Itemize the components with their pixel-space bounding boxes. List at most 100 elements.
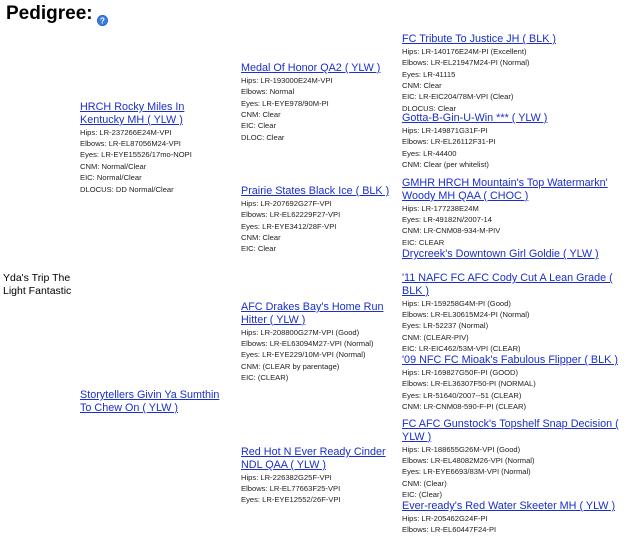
clearance-line: CNM: LR-CNM08-590-F-PI (CLEAR): [402, 402, 527, 412]
health-clearances: Hips: LR-193000E24M-VPI Elbows: Normal E…: [241, 75, 391, 143]
clearance-line: CNM: (CLEAR by parentage): [241, 361, 340, 371]
clearance-line: EIC: (CLEAR): [241, 373, 289, 383]
dog-name-link[interactable]: Gotta-B-Gin-U-Win *** ( YLW ): [402, 112, 627, 125]
clearance-line: EIC: (Clear): [402, 490, 443, 500]
sire: HRCH Rocky Miles In Kentucky MH ( YLW ) …: [80, 101, 230, 195]
ggp-2: Gotta-B-Gin-U-Win *** ( YLW ) Hips: LR-1…: [402, 112, 627, 170]
dog-name-link[interactable]: HRCH Rocky Miles In Kentucky MH ( YLW ): [80, 101, 230, 127]
sire-sire: Medal Of Honor QA2 ( YLW ) Hips: LR-1930…: [241, 62, 391, 143]
clearance-line: Eyes: LR-49182N/2007-14: [402, 215, 492, 224]
clearance-line: Elbows: LR-EL63094M27-VPI (Normal): [241, 339, 374, 348]
clearance-line: Hips: LR-177238E24M: [402, 203, 479, 213]
svg-text:?: ?: [100, 16, 105, 25]
subject-name-line-2: Light Fantastic: [3, 285, 72, 297]
clearance-line: Eyes: LR-EYE229/10M-VPI (Normal): [241, 350, 366, 360]
dog-name-link[interactable]: Prairie States Black Ice ( BLK ): [241, 185, 391, 198]
health-clearances: Hips: LR-237266E24M-VPI Elbows: LR-EL870…: [80, 127, 230, 195]
dam-sire: AFC Drakes Bay's Home Run Hitter ( YLW )…: [241, 301, 391, 384]
dog-name-link[interactable]: Red Hot N Ever Ready Cinder NDL QAA ( YL…: [241, 446, 391, 472]
ggp-4: Drycreek's Downtown Girl Goldie ( YLW ): [402, 248, 627, 261]
clearance-line: EIC: LR-EIC204/78M-VPI (Clear): [402, 92, 514, 102]
dog-name-link[interactable]: FC AFC Gunstock's Topshelf Snap Decision…: [402, 418, 627, 444]
clearance-line: CNM: Clear: [241, 110, 281, 120]
clearance-line: Eyes: LR-EYE6693/83M-VPI (Normal): [402, 467, 531, 477]
ggp-1: FC Tribute To Justice JH ( BLK ) Hips: L…: [402, 33, 627, 114]
dog-name-link[interactable]: Medal Of Honor QA2 ( YLW ): [241, 62, 391, 75]
clearance-line: Eyes: LR-51640/2007--51 (CLEAR): [402, 390, 522, 400]
clearance-line: Eyes: LR-EYE3412/28F-VPI: [241, 221, 337, 231]
clearance-line: Hips: LR-149871G31F-PI: [402, 125, 488, 135]
clearance-line: CNM: Clear (per whitelist): [402, 160, 489, 170]
clearance-line: CNM: LR-CNM08-934-M-PIV: [402, 226, 501, 236]
clearance-line: Elbows: LR-EL36307F50-PI (NORMAL): [402, 379, 536, 389]
dog-name-link[interactable]: '09 NFC FC Mioak's Fabulous Flipper ( BL…: [402, 354, 627, 367]
clearance-line: Eyes: LR-44400: [402, 148, 457, 158]
clearance-line: CNM: (Clear): [402, 478, 447, 488]
question-circle-icon[interactable]: ?: [96, 10, 108, 26]
clearance-line: EIC: LR-EIC462/53M-VPI (CLEAR): [402, 344, 521, 354]
ggp-5: '11 NAFC FC AFC Cody Cut A Lean Grade ( …: [402, 272, 627, 355]
ggp-3: GMHR HRCH Mountain's Top Watermarkn' Woo…: [402, 177, 627, 248]
health-clearances: Hips: LR-188655G26M-VPI (Good) Elbows: L…: [402, 444, 627, 501]
clearance-line: DLOCUS: DD Normal/Clear: [80, 184, 174, 194]
health-clearances: Hips: LR-208800G27M-VPI (Good) Elbows: L…: [241, 327, 391, 384]
clearance-line: Hips: LR-188655G26M-VPI (Good): [402, 444, 521, 454]
health-clearances: Hips: LR-205462G24F-PI Elbows: LR-EL6044…: [402, 513, 627, 536]
health-clearances: Hips: LR-159258G4M-PI (Good) Elbows: LR-…: [402, 298, 627, 355]
ggp-7: FC AFC Gunstock's Topshelf Snap Decision…: [402, 418, 627, 501]
dam-dam: Red Hot N Ever Ready Cinder NDL QAA ( YL…: [241, 446, 391, 506]
page-title: Pedigree:: [6, 3, 93, 24]
clearance-line: Elbows: LR-EL48082M26-VPI (Normal): [402, 456, 535, 465]
clearance-line: EIC: Clear: [241, 244, 277, 254]
clearance-line: Hips: LR-226382G25F-VPI: [241, 472, 332, 482]
dog-name-link[interactable]: FC Tribute To Justice JH ( BLK ): [402, 33, 627, 46]
clearance-line: Eyes: LR-41115: [402, 69, 456, 79]
clearance-line: Elbows: Normal: [241, 87, 295, 97]
subject-name-line-1: Yda's Trip The: [3, 272, 71, 284]
dog-name-link[interactable]: AFC Drakes Bay's Home Run Hitter ( YLW ): [241, 301, 391, 327]
clearance-line: Eyes: LR-EYE12552/26F-VPI: [241, 495, 341, 505]
clearance-line: Hips: LR-169827G50F-PI (GOOD): [402, 367, 519, 377]
clearance-line: Hips: LR-205462G24F-PI: [402, 513, 488, 523]
dog-name-link[interactable]: Ever-ready's Red Water Skeeter MH ( YLW …: [402, 500, 627, 513]
clearance-line: EIC: Clear: [241, 121, 277, 131]
dog-name-link[interactable]: GMHR HRCH Mountain's Top Watermarkn' Woo…: [402, 177, 627, 203]
ggp-8: Ever-ready's Red Water Skeeter MH ( YLW …: [402, 500, 627, 536]
health-clearances: Hips: LR-207692G27F-VPI Elbows: LR-EL622…: [241, 198, 391, 255]
clearance-line: Eyes: LR-EYE978/90M-PI: [241, 98, 329, 108]
dog-name-link[interactable]: '11 NAFC FC AFC Cody Cut A Lean Grade ( …: [402, 272, 627, 298]
clearance-line: Elbows: LR-EL60447F24-PI: [402, 525, 497, 535]
page-title-row: Pedigree: ?: [6, 3, 108, 26]
clearance-line: CNM: Clear: [402, 81, 442, 91]
clearance-line: CNM: Clear: [241, 233, 281, 243]
health-clearances: Hips: LR-140176E24M-PI (Excellent) Elbow…: [402, 46, 627, 114]
clearance-line: Hips: LR-193000E24M-VPI: [241, 75, 333, 85]
dam: Storytellers Givin Ya Sumthin To Chew On…: [80, 389, 230, 415]
dog-name-link[interactable]: Drycreek's Downtown Girl Goldie ( YLW ): [402, 248, 627, 261]
dog-name-link[interactable]: Storytellers Givin Ya Sumthin To Chew On…: [80, 389, 230, 415]
ggp-6: '09 NFC FC Mioak's Fabulous Flipper ( BL…: [402, 354, 627, 412]
clearance-line: Hips: LR-140176E24M-PI (Excellent): [402, 46, 527, 56]
clearance-line: Eyes: LR-52237 (Normal): [402, 321, 489, 331]
clearance-line: Elbows: LR-EL62229F27-VPI: [241, 210, 341, 220]
clearance-line: CNM: (CLEAR-PIV): [402, 332, 469, 342]
clearance-line: Elbows: LR-EL26112F31-PI: [402, 137, 496, 147]
clearance-line: Hips: LR-159258G4M-PI (Good): [402, 298, 511, 308]
clearance-line: Elbows: LR-EL77663F25-VPI: [241, 484, 341, 493]
clearance-line: Elbows: LR-EL30615M24-PI (Normal): [402, 310, 530, 319]
clearance-line: EIC: Normal/Clear: [80, 173, 142, 183]
clearance-line: CNM: Normal/Clear: [80, 161, 147, 171]
clearance-line: EIC: CLEAR: [402, 237, 445, 247]
clearance-line: Eyes: LR-EYE15526/17mo-NOPI: [80, 150, 192, 160]
clearance-line: Hips: LR-207692G27F-VPI: [241, 198, 332, 208]
clearance-line: Hips: LR-208800G27M-VPI (Good): [241, 327, 360, 337]
clearance-line: DLOC: Clear: [241, 132, 285, 142]
sire-dam: Prairie States Black Ice ( BLK ) Hips: L…: [241, 185, 391, 255]
subject-dog-name: Yda's Trip The Light Fantastic: [3, 272, 71, 298]
clearance-line: Hips: LR-237266E24M-VPI: [80, 127, 172, 137]
clearance-line: Elbows: LR-EL87056M24-VPI: [80, 139, 181, 148]
health-clearances: Hips: LR-177238E24M Eyes: LR-49182N/2007…: [402, 203, 627, 249]
clearance-line: Elbows: LR-EL21947M24-PI (Normal): [402, 58, 530, 68]
health-clearances: Hips: LR-169827G50F-PI (GOOD) Elbows: LR…: [402, 367, 627, 413]
health-clearances: Hips: LR-226382G25F-VPI Elbows: LR-EL776…: [241, 472, 391, 506]
